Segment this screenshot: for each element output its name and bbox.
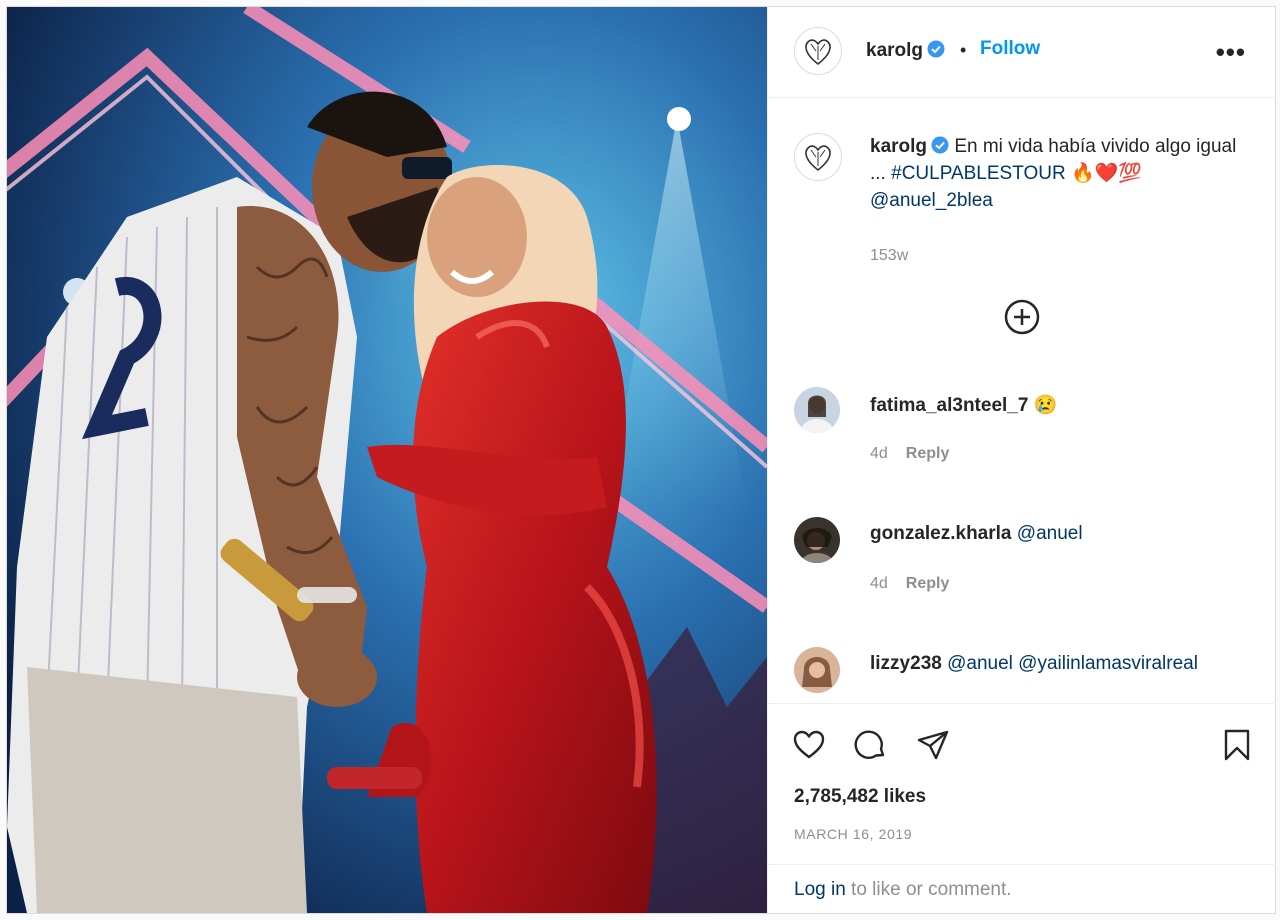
commenter-avatar[interactable] bbox=[794, 647, 840, 693]
author-avatar[interactable] bbox=[794, 27, 842, 75]
bookmark-icon[interactable] bbox=[1220, 728, 1254, 762]
caption-username[interactable]: karolg bbox=[870, 136, 927, 157]
follow-button[interactable]: Follow bbox=[980, 38, 1040, 60]
heart-logo-icon bbox=[805, 39, 831, 66]
more-options-icon[interactable]: ••• bbox=[1216, 37, 1246, 68]
concert-photo bbox=[7, 7, 767, 913]
comment-icon[interactable] bbox=[854, 728, 888, 762]
comment-meta: 4d Reply bbox=[870, 575, 949, 593]
likes-count[interactable]: 2,785,482 likes bbox=[794, 786, 926, 808]
reply-button[interactable]: Reply bbox=[906, 445, 950, 462]
comment-body: 😢 bbox=[1033, 395, 1058, 416]
post-image[interactable] bbox=[7, 7, 767, 913]
comment-username[interactable]: gonzalez.kharla bbox=[870, 523, 1012, 544]
commenter-avatar[interactable] bbox=[794, 517, 840, 563]
commenter-avatar[interactable] bbox=[794, 387, 840, 433]
login-link[interactable]: Log in bbox=[794, 879, 846, 900]
reply-button[interactable]: Reply bbox=[906, 575, 950, 592]
caption-time[interactable]: 153w bbox=[870, 247, 908, 265]
author-username[interactable]: karolg bbox=[866, 40, 923, 61]
verified-badge-icon bbox=[927, 40, 945, 58]
comment-text: fatima_al3nteel_7 😢 bbox=[870, 393, 1057, 417]
caption-text: karolg En mi vida había vivido algo igua… bbox=[870, 133, 1250, 214]
post-header: karolg • Follow ••• bbox=[768, 7, 1276, 98]
comment-mentions[interactable]: @anuel @yailinlamasviralreal bbox=[947, 653, 1198, 674]
comment-time[interactable]: 4d bbox=[870, 575, 888, 592]
post-sidebar: karolg • Follow ••• karolg En mi vida ha… bbox=[767, 7, 1276, 913]
share-icon[interactable] bbox=[916, 728, 950, 762]
heart-icon[interactable] bbox=[792, 728, 826, 762]
user-photo bbox=[794, 517, 840, 563]
comment-username[interactable]: fatima_al3nteel_7 bbox=[870, 395, 1028, 416]
user-photo bbox=[794, 647, 840, 693]
mention-link[interactable]: @anuel_2blea bbox=[870, 190, 993, 211]
separator-dot: • bbox=[960, 40, 967, 60]
post-actions: 2,785,482 likes MARCH 16, 2019 Log in to… bbox=[768, 703, 1276, 914]
instagram-post: karolg • Follow ••• karolg En mi vida ha… bbox=[6, 6, 1276, 914]
login-rest: to like or comment. bbox=[845, 879, 1012, 900]
comment-text: gonzalez.kharla @anuel bbox=[870, 523, 1083, 545]
post-date: MARCH 16, 2019 bbox=[794, 826, 913, 842]
comment-text: lizzy238 @anuel @yailinlamasviralreal bbox=[870, 653, 1198, 675]
login-text: Log in to like or comment. bbox=[794, 879, 1012, 901]
heart-logo-icon bbox=[805, 145, 831, 172]
user-photo bbox=[794, 387, 840, 433]
login-prompt: Log in to like or comment. bbox=[768, 864, 1276, 915]
hashtag-link[interactable]: #CULPABLESTOUR bbox=[891, 163, 1066, 184]
verified-badge-icon bbox=[931, 136, 949, 154]
caption-avatar[interactable] bbox=[794, 133, 842, 181]
comment-mention[interactable]: @anuel bbox=[1017, 523, 1083, 544]
comment-username[interactable]: lizzy238 bbox=[870, 653, 942, 674]
comment-time[interactable]: 4d bbox=[870, 445, 888, 462]
plus-circle-icon[interactable] bbox=[1004, 299, 1040, 335]
author-username-link[interactable]: karolg bbox=[866, 40, 945, 62]
caption-emoji: 🔥❤️💯 bbox=[1071, 163, 1142, 184]
comment-meta: 4d Reply bbox=[870, 445, 949, 463]
